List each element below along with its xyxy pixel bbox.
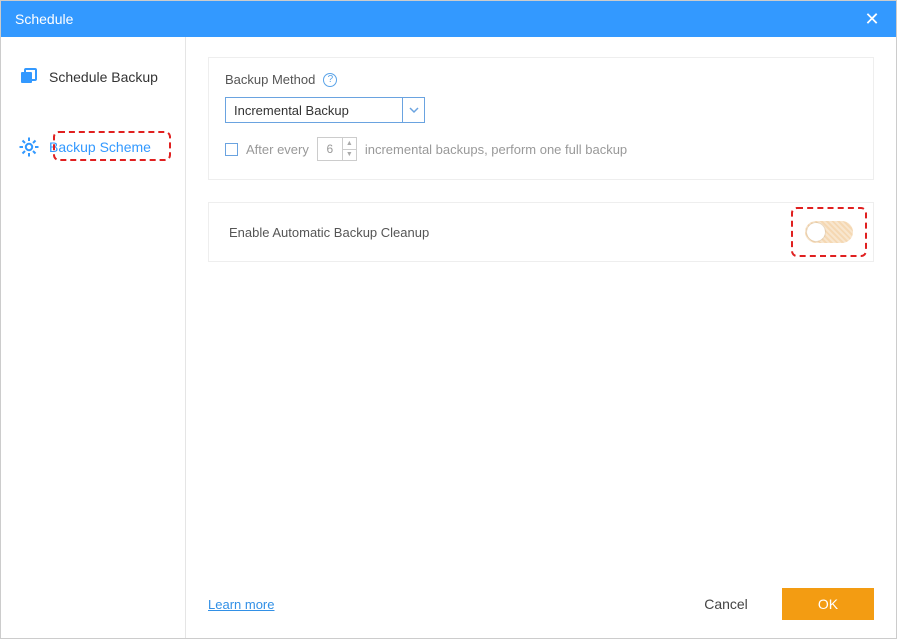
after-every-suffix: incremental backups, perform one full ba…	[365, 142, 627, 157]
dialog-body: Schedule Backup	[1, 37, 896, 638]
sidebar-item-label: Backup Scheme	[49, 139, 151, 155]
learn-more-link[interactable]: Learn more	[208, 597, 274, 612]
cleanup-toggle[interactable]	[805, 221, 853, 243]
schedule-backup-icon	[19, 67, 39, 87]
sidebar-item-backup-scheme[interactable]: Backup Scheme	[1, 127, 185, 167]
sidebar: Schedule Backup	[1, 37, 186, 638]
schedule-dialog: Schedule ✕ Schedule Backup	[0, 0, 897, 639]
after-every-label: After every	[246, 142, 309, 157]
titlebar: Schedule ✕	[1, 1, 896, 37]
spinner-value: 6	[318, 138, 342, 160]
footer-buttons: Cancel OK	[680, 588, 874, 620]
spinner-up-icon[interactable]: ▲	[343, 138, 356, 150]
cleanup-label: Enable Automatic Backup Cleanup	[229, 225, 429, 240]
backup-method-dropdown[interactable]: Incremental Backup	[225, 97, 425, 123]
sidebar-item-label: Schedule Backup	[49, 69, 158, 85]
close-icon[interactable]: ✕	[862, 9, 882, 30]
window-title: Schedule	[15, 11, 73, 27]
sidebar-item-schedule-backup[interactable]: Schedule Backup	[1, 57, 185, 97]
ok-button[interactable]: OK	[782, 588, 874, 620]
backup-method-panel: Backup Method ? Incremental Backup After…	[208, 57, 874, 180]
after-every-row: After every 6 ▲ ▼ incremental backups, p…	[225, 137, 857, 161]
spinner-buttons: ▲ ▼	[342, 138, 356, 160]
after-every-checkbox[interactable]	[225, 143, 238, 156]
dialog-footer: Learn more Cancel OK	[208, 572, 874, 638]
spinner-down-icon[interactable]: ▼	[343, 150, 356, 161]
chevron-down-icon[interactable]	[402, 98, 424, 122]
backup-method-label: Backup Method	[225, 72, 315, 87]
gear-icon	[19, 137, 39, 157]
dropdown-value: Incremental Backup	[226, 98, 402, 122]
help-icon[interactable]: ?	[323, 73, 337, 87]
cancel-button[interactable]: Cancel	[680, 588, 772, 620]
toggle-knob	[807, 223, 825, 241]
cleanup-panel: Enable Automatic Backup Cleanup	[208, 202, 874, 262]
backup-method-label-row: Backup Method ?	[225, 72, 857, 87]
after-every-spinner[interactable]: 6 ▲ ▼	[317, 137, 357, 161]
content-area: Backup Method ? Incremental Backup After…	[186, 37, 896, 638]
